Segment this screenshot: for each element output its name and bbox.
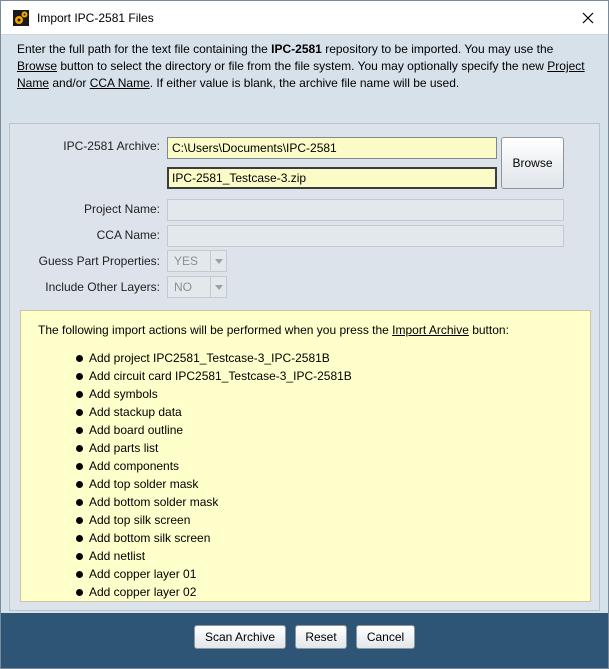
archive-label: IPC-2581 Archive: [63,139,160,153]
import-archive-reference: Import Archive [392,323,469,337]
instructions-text: Enter the full path for the text file co… [17,42,585,90]
bullet-icon [76,354,83,362]
close-button[interactable] [568,1,608,34]
include-layers-select[interactable]: NO [167,276,227,298]
close-icon [582,12,594,23]
browse-button[interactable]: Browse [501,137,564,189]
bullet-icon [76,390,83,398]
browse-reference: Browse [17,59,58,73]
button-bar: Scan Archive Reset Cancel [1,613,608,668]
bullet-icon [76,552,83,560]
app-gear-icon [13,10,29,26]
bullet-icon [76,372,83,380]
bullet-icon [76,426,83,434]
import-actions-box: The following import actions will be per… [20,310,591,602]
list-item: Add stackup data [76,403,352,421]
action-list: Add project IPC2581_Testcase-3_IPC-2581B… [76,349,352,601]
repo-type-label: IPC-2581 [271,42,322,56]
list-item: Add bottom silk screen [76,529,352,547]
import-dialog: Import IPC-2581 Files Enter the full pat… [0,0,609,669]
list-item: Add copper layer 01 [76,565,352,583]
list-item: Add components [76,457,352,475]
bullet-icon [76,570,83,578]
scan-archive-button[interactable]: Scan Archive [194,625,286,649]
list-item: Add netlist [76,547,352,565]
chevron-down-icon [210,277,226,297]
include-layers-value: NO [174,280,192,294]
list-item: Add symbols [76,385,352,403]
project-name-field[interactable] [167,199,564,221]
cca-name-reference: CCA Name [89,76,150,90]
bullet-icon [76,480,83,488]
chevron-down-icon [210,251,226,271]
project-name-label: Project Name: [83,202,160,216]
form-panel: IPC-2581 Archive: Browse Project Name: C… [9,123,600,611]
list-item: Add copper layer 02 [76,583,352,601]
list-item: Add bottom solder mask [76,493,352,511]
bullet-icon [76,408,83,416]
list-item: Add project IPC2581_Testcase-3_IPC-2581B [76,349,352,367]
guess-properties-select[interactable]: YES [167,250,227,272]
cancel-button[interactable]: Cancel [356,625,415,649]
bullet-icon [76,534,83,542]
actions-intro: The following import actions will be per… [38,323,509,337]
bullet-icon [76,462,83,470]
bullet-icon [76,588,83,596]
bullet-icon [76,444,83,452]
list-item: Add board outline [76,421,352,439]
list-item: Add top solder mask [76,475,352,493]
list-item: Add top silk screen [76,511,352,529]
reset-button[interactable]: Reset [295,625,347,649]
guess-properties-value: YES [174,254,199,268]
cca-name-field[interactable] [167,225,564,247]
archive-path-field[interactable] [167,137,497,159]
list-item: Add parts list [76,439,352,457]
cca-name-label: CCA Name: [96,228,160,242]
window-title: Import IPC-2581 Files [37,11,154,25]
bullet-icon [76,498,83,506]
archive-file-field[interactable] [167,167,497,189]
list-item: Add circuit card IPC2581_Testcase-3_IPC-… [76,367,352,385]
title-bar: Import IPC-2581 Files [1,1,608,35]
include-layers-label: Include Other Layers: [45,280,160,294]
bullet-icon [76,516,83,524]
guess-properties-label: Guess Part Properties: [38,254,160,268]
